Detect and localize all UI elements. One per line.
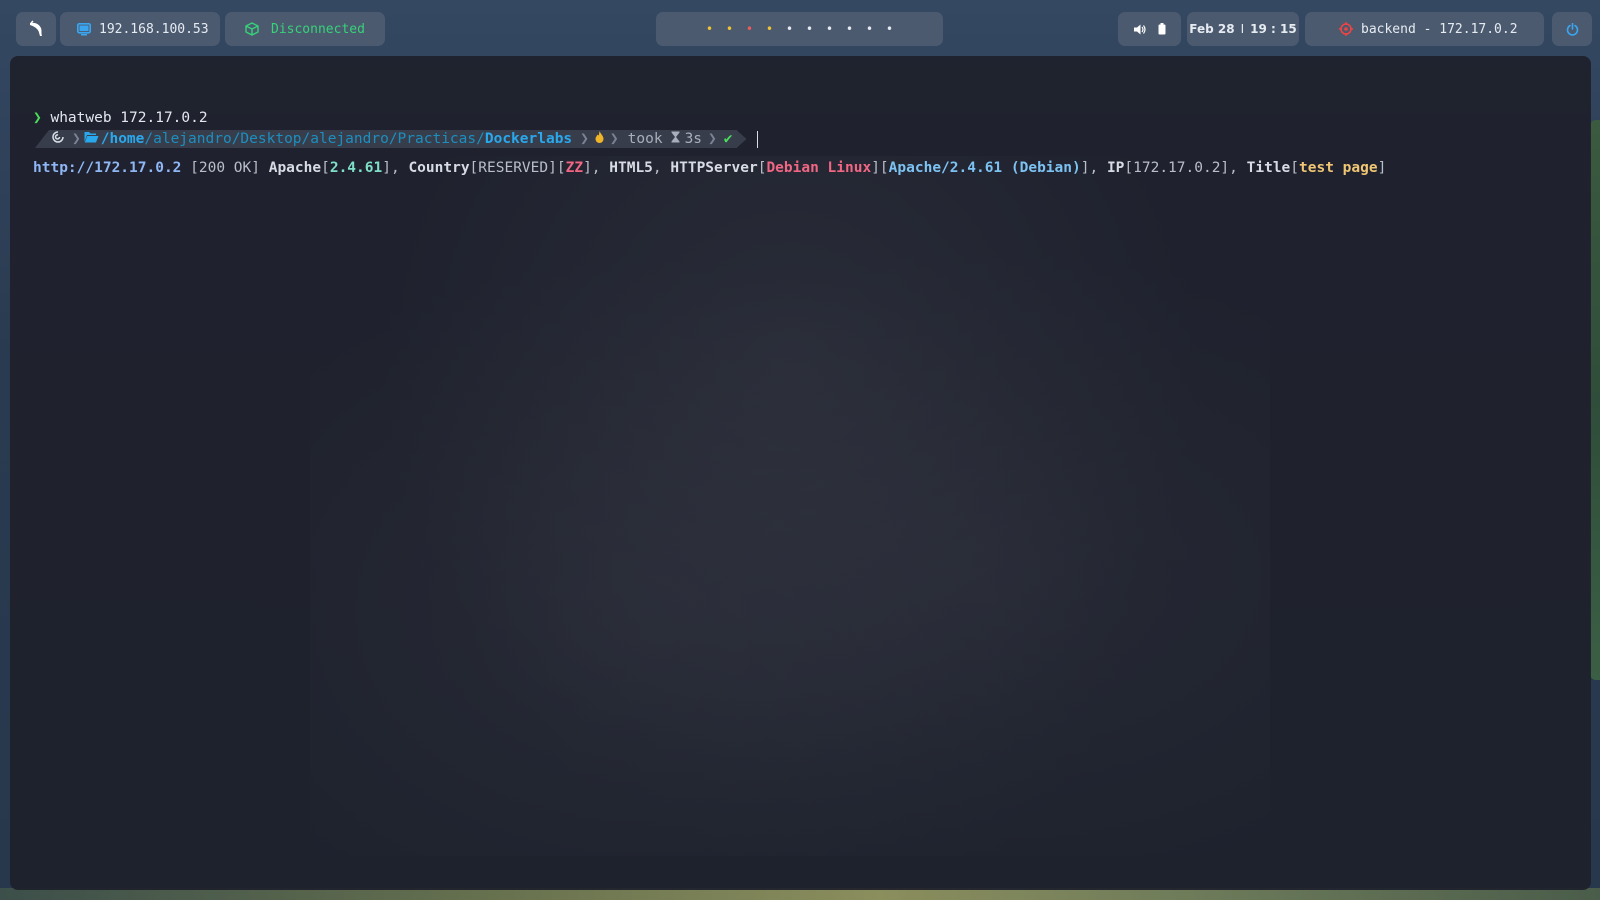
local-ip-text: 192.168.100.53 (99, 21, 209, 37)
result-ip-value: [172.17.0.2] (1124, 159, 1230, 176)
workspace-indicator[interactable]: • (800, 12, 820, 46)
shell-prompt: ❯ / home/alejandro/Desktop/alejandro/Prac… (35, 130, 758, 148)
volume-icon[interactable] (1133, 24, 1146, 35)
result-url: http://172.17.0.2 (33, 159, 182, 176)
flame-icon (592, 131, 607, 147)
workspace-indicator[interactable]: • (760, 12, 780, 46)
path-current-dir: Dockerlabs (484, 131, 573, 147)
result-country-label: Country (408, 159, 470, 176)
power-icon (1566, 22, 1579, 36)
target-widget[interactable]: backend - 172.17.0.2 (1305, 12, 1544, 46)
path-root: / (100, 131, 110, 147)
date-text: Feb 28 (1189, 22, 1235, 36)
system-tray[interactable] (1118, 12, 1181, 46)
workspace-indicator[interactable]: • (840, 12, 860, 46)
wallpaper-edge-right (1590, 120, 1600, 680)
command-prompt-symbol: ❯ (33, 110, 42, 126)
workspace-indicator[interactable]: • (820, 12, 840, 46)
whatweb-result-line: http://172.17.0.2 [200 OK] Apache[2.4.61… (33, 159, 1387, 176)
result-apache-label: Apache (268, 159, 322, 176)
result-status: [200 OK] (181, 159, 269, 176)
result-title-value: test page (1299, 159, 1378, 176)
prompt-separator: ❯ (708, 131, 717, 147)
prompt-separator: ❯ (72, 131, 81, 147)
terminal-background-art (310, 156, 1270, 856)
date-time-separator: I (1240, 22, 1245, 36)
time-text: 19 : 15 (1250, 22, 1297, 36)
workspace-indicator[interactable]: • (740, 12, 760, 46)
target-crosshair-icon (1339, 22, 1353, 36)
battery-icon[interactable] (1158, 23, 1166, 35)
path-home: home (109, 131, 145, 147)
result-apache-version: 2.4.61 (329, 159, 383, 176)
result-httpserver-os: Debian Linux (766, 159, 872, 176)
target-text: backend - 172.17.0.2 (1361, 21, 1518, 37)
command-text: whatweb 172.17.0.2 (50, 110, 208, 126)
result-httpserver-label: HTTPServer (670, 159, 758, 176)
result-country-value: [RESERVED] (469, 159, 557, 176)
result-ip-label: IP (1106, 159, 1125, 176)
text-cursor[interactable] (756, 130, 758, 148)
result-country-code: ZZ (565, 159, 584, 176)
result-httpserver-value: Apache/2.4.61 (Debian) (888, 159, 1081, 176)
vpn-status-text: Disconnected (271, 21, 365, 37)
os-menu-button[interactable] (16, 12, 56, 46)
terminal-window[interactable]: ❯ whatweb 172.17.0.2 http://172.17.0.2 [… (10, 56, 1591, 890)
workspace-indicator[interactable]: • (720, 12, 740, 46)
status-check-icon: ✔ (723, 131, 733, 147)
workspace-indicator[interactable]: • (780, 12, 800, 46)
path-middle: /alejandro/Desktop/alejandro/Practicas/ (144, 131, 485, 147)
folder-open-icon (84, 131, 101, 147)
workspace-indicator[interactable]: • (880, 12, 900, 46)
prompt-separator: ❯ (580, 131, 589, 147)
power-button[interactable] (1552, 12, 1592, 46)
took-label: took (627, 131, 663, 147)
took-duration: 3s (684, 131, 703, 147)
result-title-label: Title (1246, 159, 1291, 176)
cube-icon (245, 22, 259, 36)
prompt-separator: ❯ (609, 131, 619, 147)
vpn-status-widget[interactable]: Disconnected (225, 12, 385, 46)
workspace-indicator[interactable]: • (700, 12, 720, 46)
monitor-icon (77, 22, 91, 36)
local-ip-widget[interactable]: 192.168.100.53 (60, 12, 220, 46)
command-line: ❯ whatweb 172.17.0.2 (33, 110, 1386, 128)
hourglass-icon (663, 131, 685, 147)
result-html5: HTML5 (609, 159, 653, 176)
clock-widget[interactable]: Feb 28 I 19 : 15 (1187, 12, 1299, 46)
kali-dragon-icon (27, 20, 45, 38)
workspace-switcher[interactable]: • • • • • • • • • • (656, 12, 943, 46)
prompt-os-segment: ❯ / home/alejandro/Desktop/alejandro/Prac… (49, 130, 737, 148)
debian-swirl-icon (49, 130, 69, 148)
workspace-indicator[interactable]: • (860, 12, 880, 46)
